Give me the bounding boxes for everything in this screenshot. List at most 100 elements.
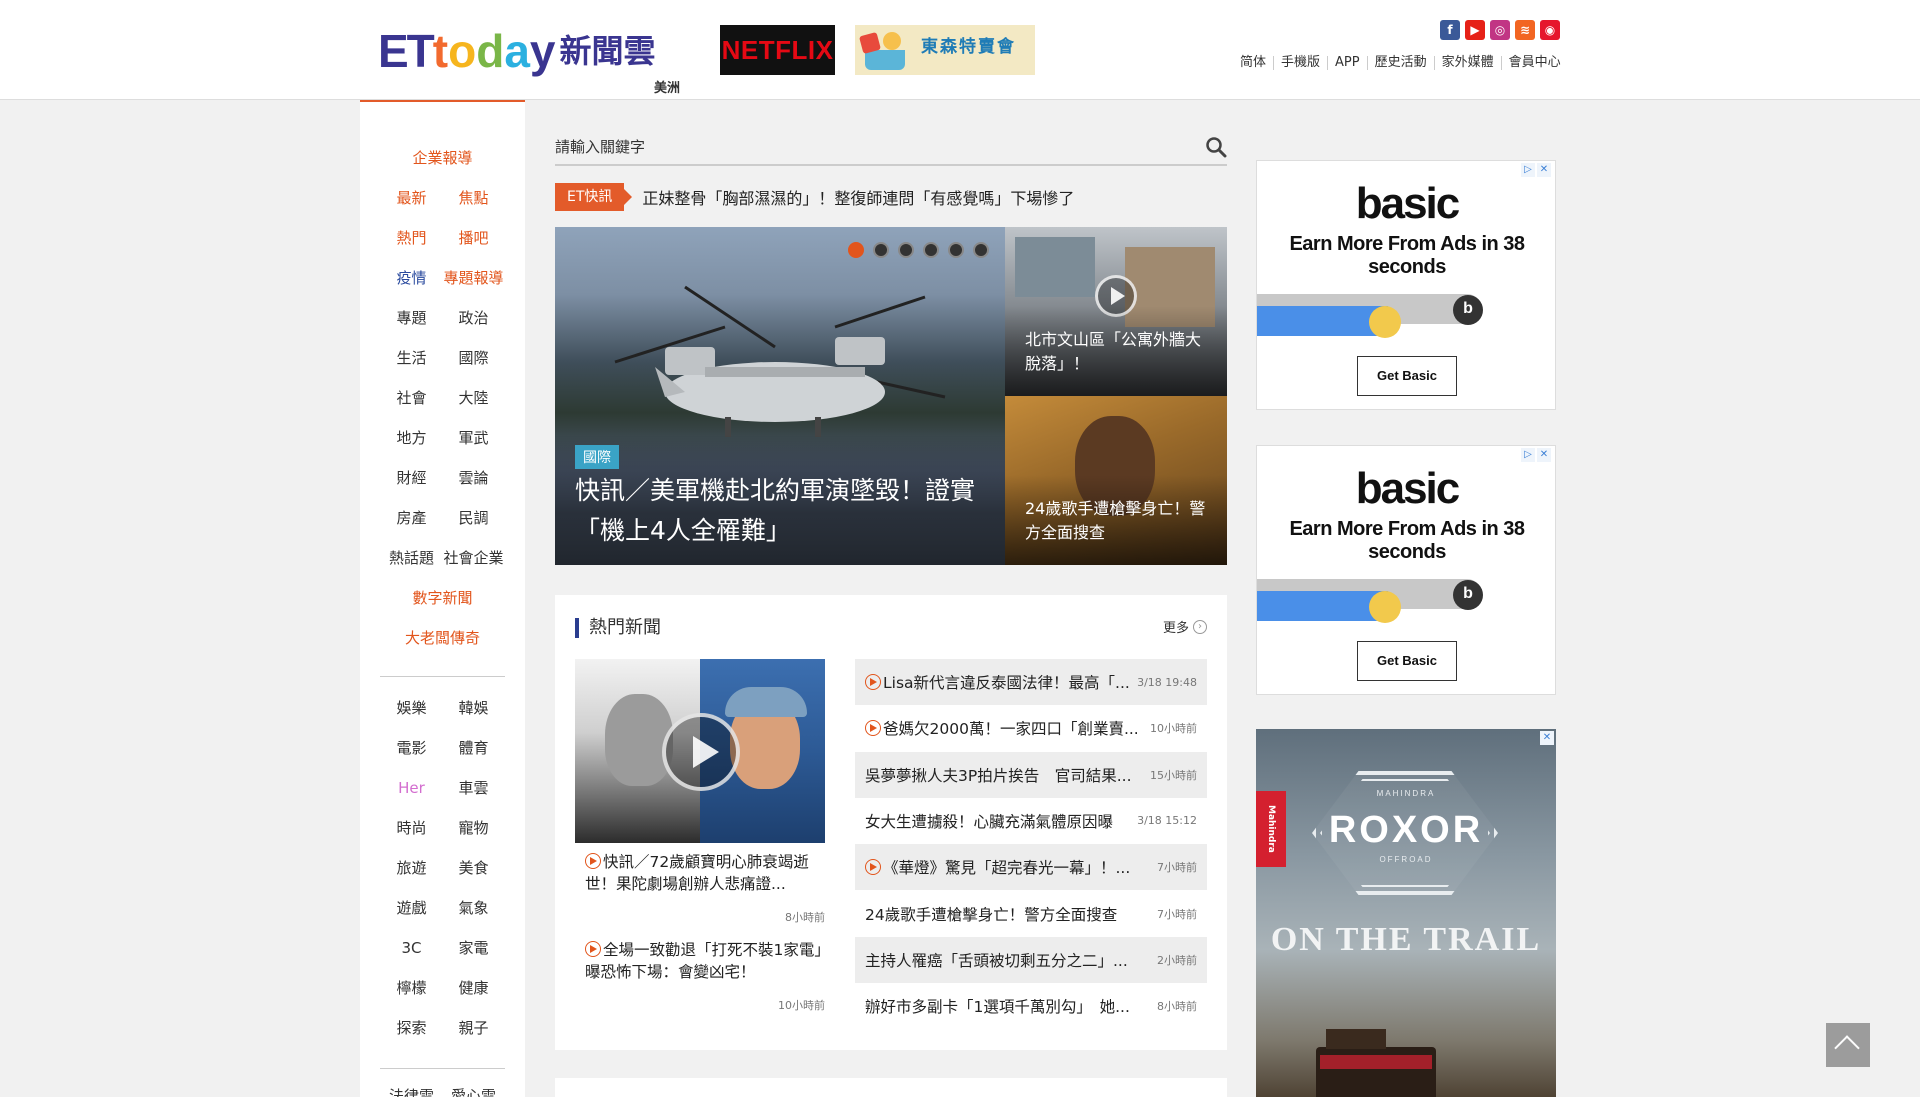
next-panel xyxy=(555,1078,1227,1097)
close-icon[interactable]: ✕ xyxy=(1537,163,1551,177)
sidebar-item[interactable]: 企業報導 xyxy=(360,148,525,168)
adchoices-icon[interactable]: ▷ xyxy=(1521,448,1535,462)
link-simplified[interactable]: 简体 xyxy=(1240,56,1273,70)
sidebar-divider xyxy=(380,676,505,677)
hot-news-row[interactable]: 《華燈》驚見「超完春光一幕」！... 7小時前 xyxy=(855,844,1207,891)
sidebar-item[interactable]: 美食 xyxy=(436,858,511,878)
youtube-icon[interactable]: ▶ xyxy=(1465,20,1485,40)
basic-logo-icon: b xyxy=(1453,580,1483,610)
hot-news-row[interactable]: 24歲歌手遭槍擊身亡！警方全面搜查 7小時前 xyxy=(855,891,1207,937)
sidebar-item[interactable]: 健康 xyxy=(436,978,511,998)
back-to-top-button[interactable] xyxy=(1826,1023,1870,1067)
hot-news-row[interactable]: 主持人罹癌「舌頭被切剩五分之二」... 2小時前 xyxy=(855,936,1207,983)
carousel-dot[interactable] xyxy=(848,242,864,258)
left-story-2[interactable]: 全場一致勸退「打死不裝1家電」 曝恐怖下場：會變凶宅！ xyxy=(585,939,838,983)
hot-news-row[interactable]: 女大生遭擄殺！心臟充滿氣體原因曝 3/18 15:12 xyxy=(855,798,1207,844)
sidebar-item[interactable]: 國際 xyxy=(436,348,511,368)
basic-ad-1[interactable]: ▷ ✕ basic Earn More From Ads in 38 secon… xyxy=(1256,160,1556,410)
carousel-dot[interactable] xyxy=(973,242,989,258)
basic-ad-2[interactable]: ▷ ✕ basic Earn More From Ads in 38 secon… xyxy=(1256,445,1556,695)
logo-o: o xyxy=(448,25,477,77)
breaking-headline[interactable]: 正妹整骨「胸部濕濕的」！整復師連問「有感覺嗎」下場慘了 xyxy=(642,185,1074,209)
link-app[interactable]: APP xyxy=(1327,56,1367,70)
sidebar-item[interactable]: 政治 xyxy=(436,308,511,328)
more-link[interactable]: 更多 › xyxy=(1163,617,1207,636)
link-outdoor-media[interactable]: 家外媒體 xyxy=(1433,56,1501,70)
search-icon[interactable] xyxy=(1205,136,1227,158)
sidebar-item[interactable]: 家電 xyxy=(436,938,511,958)
link-mobile[interactable]: 手機版 xyxy=(1273,56,1327,70)
video-icon xyxy=(585,853,601,869)
instagram-icon[interactable]: ◎ xyxy=(1490,20,1510,40)
thumb-cap xyxy=(725,687,807,717)
sidebar-item[interactable]: 體育 xyxy=(436,738,511,758)
hero-title[interactable]: 快訊／美軍機赴北約軍演墜毀！證實「機上4人全罹難」 xyxy=(575,471,985,551)
sidebar-item[interactable]: 民調 xyxy=(436,508,511,528)
hot-news-title: 《華燈》驚見「超完春光一幕」！... xyxy=(865,856,1153,878)
breaking-tag: ET快訊 xyxy=(555,183,633,211)
carousel-dot[interactable] xyxy=(923,242,939,258)
hot-news-time: 3/18 19:48 xyxy=(1137,675,1197,689)
sidebar-item[interactable]: 車雲 xyxy=(436,778,511,798)
sidebar-item[interactable]: 社會企業 xyxy=(436,548,511,568)
roxor-ad[interactable]: ✕ Mahindra MAHINDRA ROXOR OFFROAD ON THE… xyxy=(1256,729,1556,1097)
sidebar-item[interactable]: 雲論 xyxy=(436,468,511,488)
search-input[interactable] xyxy=(555,132,1155,162)
carousel-dot[interactable] xyxy=(898,242,914,258)
carousel-dot[interactable] xyxy=(948,242,964,258)
hot-news-row[interactable]: 吳夢夢揪人夫3P拍片挨告 官司結果... 15小時前 xyxy=(855,751,1207,798)
basket-icon xyxy=(858,28,911,72)
side-story-2[interactable]: 24歲歌手遭槍擊身亡！警方全面搜查 xyxy=(1005,396,1227,565)
hot-news-row[interactable]: 辦好市多副卡「1選項千萬別勾」 她... 8小時前 xyxy=(855,983,1207,1029)
link-member[interactable]: 會員中心 xyxy=(1500,56,1568,70)
sidebar-item[interactable]: 愛心雲 xyxy=(436,1086,511,1097)
side-story-1[interactable]: 北市文山區「公寓外牆大脫落」！ xyxy=(1005,227,1227,396)
hot-news-time: 15小時前 xyxy=(1150,768,1197,782)
sidebar-item[interactable]: 軍武 xyxy=(436,428,511,448)
video-icon xyxy=(865,859,881,876)
hero-category[interactable]: 國際 xyxy=(575,445,619,469)
netflix-banner[interactable]: NETFLIX xyxy=(720,25,835,75)
video-icon xyxy=(865,720,881,737)
hot-news-row[interactable]: 爸媽欠2000萬！一家四口「創業賣... 10小時前 xyxy=(855,705,1207,751)
left-story-1[interactable]: 快訊／72歲顧寶明心肺衰竭逝世！果陀劇場創辦人悲痛證... xyxy=(585,851,825,895)
link-history[interactable]: 歷史活動 xyxy=(1366,56,1434,70)
video-icon xyxy=(865,674,881,690)
close-icon[interactable]: ✕ xyxy=(1537,448,1551,462)
sidebar-item[interactable]: 焦點 xyxy=(436,188,511,208)
sidebar-item[interactable]: 寵物 xyxy=(436,818,511,838)
facebook-icon[interactable]: f xyxy=(1440,20,1460,40)
site-logo[interactable]: ET t o d a y 新聞雲 xyxy=(378,22,656,74)
jeep-image xyxy=(1316,1029,1436,1097)
left-story-2-time: 10小時前 xyxy=(778,999,825,1012)
region-label[interactable]: 美洲 xyxy=(654,77,680,96)
adchoices-icon[interactable]: ▷ xyxy=(1521,163,1535,177)
hot-news-title: 女大生遭擄殺！心臟充滿氣體原因曝 xyxy=(865,810,1133,832)
get-basic-button[interactable]: Get Basic xyxy=(1357,641,1457,681)
social-links: f ▶ ◎ ≋ ◉ xyxy=(1440,20,1560,40)
sidebar-item[interactable]: 專題報導 xyxy=(436,268,511,288)
rss-icon[interactable]: ≋ xyxy=(1515,20,1535,40)
hot-news-title: 吳夢夢揪人夫3P拍片挨告 官司結果... xyxy=(865,764,1146,786)
get-basic-button[interactable]: Get Basic xyxy=(1357,356,1457,396)
carousel-dot[interactable] xyxy=(873,242,889,258)
roxor-maker: MAHINDRA xyxy=(1376,789,1436,798)
promo-banner[interactable]: 東森特賣會 xyxy=(855,25,1035,75)
ad-headline: Earn More From Ads in 38 seconds xyxy=(1289,233,1525,278)
close-icon[interactable]: ✕ xyxy=(1540,731,1554,745)
sidebar-item[interactable]: 韓娛 xyxy=(436,698,511,718)
side-story-2-title: 24歲歌手遭槍擊身亡！警方全面搜查 xyxy=(1025,499,1206,542)
sidebar-item[interactable]: 數字新聞 xyxy=(360,588,525,608)
sidebar-item[interactable]: 親子 xyxy=(436,1018,511,1038)
arrow-right-icon: › xyxy=(1193,619,1207,634)
sidebar-item[interactable]: 大陸 xyxy=(436,388,511,408)
weibo-icon[interactable]: ◉ xyxy=(1540,20,1560,40)
side-story-1-title: 北市文山區「公寓外牆大脫落」！ xyxy=(1025,330,1202,373)
hot-news-thumbnail[interactable] xyxy=(575,659,825,843)
hot-news-row[interactable]: Lisa新代言違反泰國法律！最高「... 3/18 19:48 xyxy=(855,659,1207,705)
left-story-2-title: 全場一致勸退「打死不裝1家電」 曝恐怖下場：會變凶宅！ xyxy=(585,941,838,981)
hero-slide[interactable]: 國際 快訊／美軍機赴北約軍演墜毀！證實「機上4人全罹難」 xyxy=(555,227,1005,565)
sidebar-item[interactable]: 氣象 xyxy=(436,898,511,918)
sidebar-item[interactable]: 播吧 xyxy=(436,228,511,248)
sidebar-item[interactable]: 大老闆傳奇 xyxy=(360,628,525,648)
